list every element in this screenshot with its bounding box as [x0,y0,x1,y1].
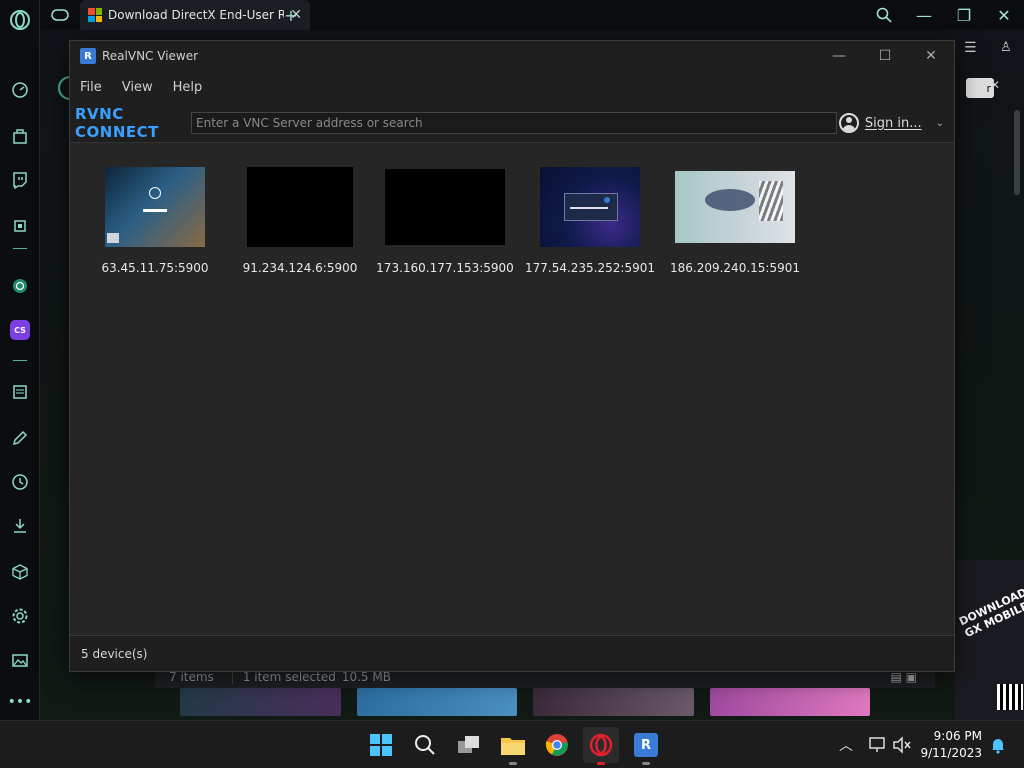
sign-in-label: Sign in... [864,115,922,131]
game-thumb[interactable] [533,688,694,716]
windows-start-icon[interactable] [367,731,395,759]
vnc-statusbar: 5 device(s) [70,635,954,671]
history-icon[interactable] [8,470,32,494]
user-avatar-icon [838,113,859,133]
news-icon[interactable] [8,380,32,404]
menu-view[interactable]: View [122,80,153,95]
opera-gx-ad[interactable]: DOWNLOAD OPERA GX MOBILE [955,560,1024,720]
device-address: 91.234.124.6:5900 [242,261,358,275]
device-address: 186.209.240.15:5901 [669,261,800,275]
game-thumb[interactable] [180,688,341,716]
game-thumbnails [180,688,870,716]
opera-gx-logo-icon[interactable] [8,8,32,32]
twitch-icon[interactable] [8,168,32,192]
cs-icon[interactable]: CS [8,318,32,342]
chrome-icon[interactable] [543,731,571,759]
profile-icon[interactable]: ♙ [1000,40,1012,55]
chevron-up-icon[interactable]: ︿ [832,731,860,759]
file-explorer-icon[interactable] [499,731,527,765]
customize-icon[interactable]: ☰ [964,40,977,56]
realvnc-window: R RealVNC Viewer — ☐ ✕ File View Help RV… [69,40,955,672]
minimize-icon[interactable]: — [912,4,936,26]
sidebar-divider [13,248,27,249]
opera-gx-icon[interactable] [583,727,619,765]
view-toggle-icon[interactable]: ▤ ▣ [891,670,918,684]
game-thumb[interactable] [709,688,870,716]
bag-icon[interactable] [8,124,32,148]
device-tile[interactable]: 91.234.124.6:5900 [225,167,375,275]
vnc-menubar: File View Help [70,71,954,103]
speedometer-icon[interactable] [8,78,32,102]
sign-in-button[interactable]: Sign in... ⌄ [838,113,944,133]
device-tile[interactable]: 186.209.240.15:5901 [660,167,810,275]
vnc-toolbar: RVNC CONNECT Sign in... ⌄ [70,103,954,143]
pencil-icon[interactable] [8,426,32,450]
search-icon[interactable] [411,731,439,759]
download-icon[interactable] [8,514,32,538]
browser-sidebar: CS ••• [0,0,40,720]
close-icon[interactable]: ✕ [992,4,1016,26]
clock-date[interactable]: 9/11/2023 [920,746,982,760]
clock-time[interactable]: 9:06 PM [934,729,982,743]
device-tile[interactable]: 63.45.11.75:5900 [80,167,230,275]
gamepad-icon[interactable] [48,4,72,26]
gallery-icon[interactable] [8,648,32,672]
device-thumbnail [247,167,353,247]
taskbar: R ︿ 9:06 PM 9/11/2023 [0,720,1024,768]
device-address: 173.160.177.153:5900 [376,261,514,275]
device-tile[interactable]: 177.54.235.252:5901 [515,167,665,275]
realvnc-logo-icon: R [80,48,96,64]
vnc-maximize-icon[interactable]: ☐ [862,41,908,71]
chevron-down-icon: ⌄ [935,117,944,129]
device-count: 5 device(s) [81,646,148,661]
tab-title: Download DirectX End-User Runtime [108,8,285,22]
more-icon[interactable]: ••• [8,690,33,714]
page-scrollbar[interactable] [1014,110,1020,195]
hardware-icon[interactable] [8,214,32,238]
realvnc-icon[interactable]: R [632,731,660,765]
volume-muted-icon[interactable] [888,731,916,759]
device-address: 177.54.235.252:5901 [524,261,655,275]
device-thumbnail [540,167,640,247]
box-icon[interactable] [8,560,32,584]
device-tile[interactable]: 173.160.177.153:5900 [370,167,520,275]
menu-help[interactable]: Help [173,80,203,95]
vnc-search-input[interactable] [191,111,837,134]
window-title: RealVNC Viewer [102,49,199,63]
vnc-connect-logo: RVNC CONNECT [75,104,159,141]
dismiss-icon[interactable]: ✕ [990,78,1004,92]
notification-bell-icon[interactable] [984,731,1012,759]
device-grid: 63.45.11.75:5900 91.234.124.6:5900 173.1… [70,143,954,635]
new-tab-icon[interactable]: + [279,4,303,26]
task-view-icon[interactable] [455,731,483,759]
game-thumb[interactable] [356,688,517,716]
restore-icon[interactable]: ❐ [952,4,976,26]
search-icon[interactable] [872,4,896,26]
menu-file[interactable]: File [80,80,102,95]
device-thumbnail [385,169,505,245]
device-address: 63.45.11.75:5900 [101,261,209,275]
device-thumbnail [105,167,205,247]
vnc-close-icon[interactable]: ✕ [908,41,954,71]
microsoft-logo-icon [88,8,102,22]
sidebar-divider [13,360,27,361]
chatgpt-icon[interactable] [8,274,32,298]
vnc-minimize-icon[interactable]: — [816,41,862,71]
qr-code-icon [997,684,1023,710]
vnc-titlebar[interactable]: R RealVNC Viewer — ☐ ✕ [70,41,954,71]
settings-icon[interactable] [8,604,32,628]
device-thumbnail [675,171,795,243]
browser-tab[interactable]: Download DirectX End-User Runtime ✕ [80,0,310,30]
